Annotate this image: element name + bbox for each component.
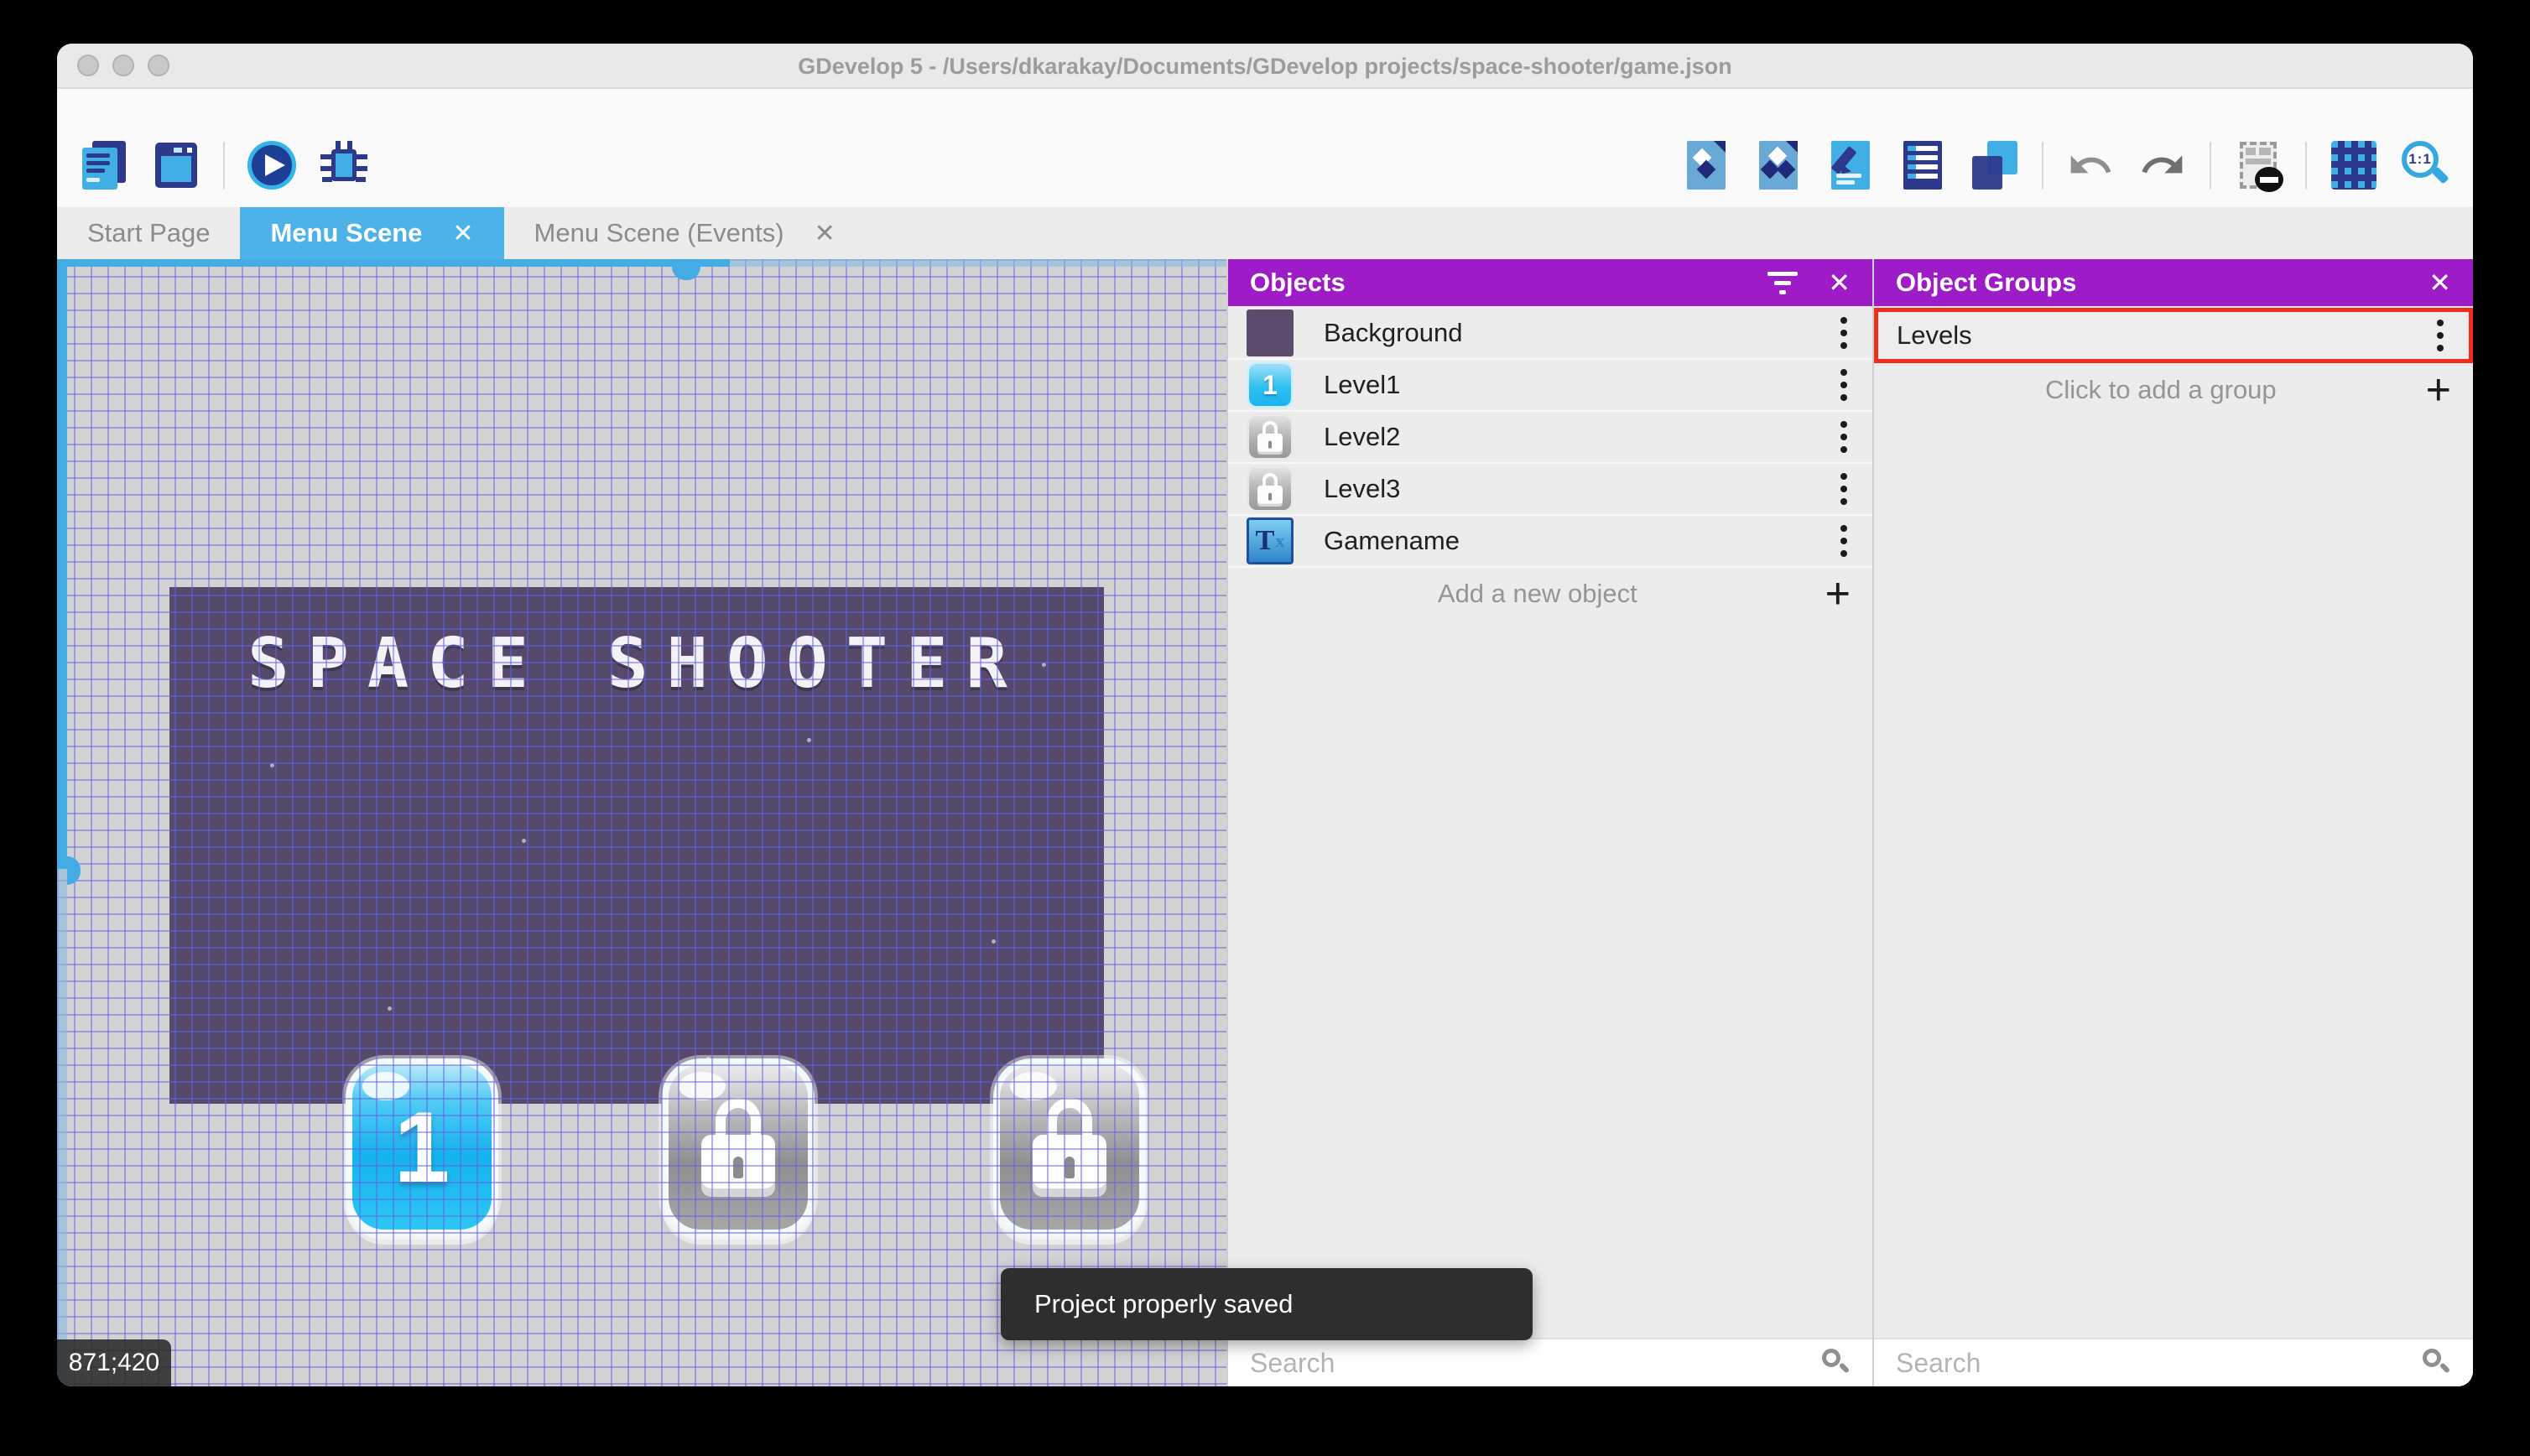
objects-editor-icon[interactable] [1681, 139, 1731, 191]
object-thumbnail [1247, 309, 1294, 356]
objects-panel: Objects Background 1 Level1 Level2 [1226, 259, 1872, 1386]
close-tab-icon[interactable] [815, 219, 836, 248]
object-row-level3[interactable]: Level3 [1228, 464, 1872, 516]
close-panel-icon[interactable] [1828, 267, 1851, 299]
horizontal-scrollbar[interactable] [57, 259, 1226, 267]
object-name: Background [1324, 318, 1463, 347]
object-thumbnail [1247, 413, 1294, 460]
object-menu-icon[interactable] [1834, 470, 1854, 508]
object-name: Level1 [1324, 370, 1401, 399]
object-thumbnail: 1 [1247, 361, 1294, 408]
groups-search-bar [1874, 1338, 2473, 1386]
object-groups-panel-header: Object Groups [1874, 259, 2473, 306]
horizontal-scroll-handle[interactable] [672, 267, 700, 280]
toolbar-divider [2042, 142, 2043, 189]
add-group-button[interactable]: Click to add a group + [1874, 363, 2473, 417]
object-menu-icon[interactable] [1834, 314, 1854, 352]
object-row-level1[interactable]: 1 Level1 [1228, 360, 1872, 412]
object-name: Level2 [1324, 422, 1401, 451]
tabbar: Start Page Menu Scene Menu Scene (Events… [57, 207, 2473, 259]
groups-search-input[interactable] [1894, 1346, 2408, 1380]
object-groups-editor-icon[interactable] [1753, 139, 1804, 191]
level2-button-instance[interactable] [662, 1058, 815, 1236]
tab-start-page[interactable]: Start Page [57, 207, 240, 259]
plus-icon: + [1825, 569, 1851, 618]
object-row-level2[interactable]: Level2 [1228, 412, 1872, 464]
zoom-original-icon[interactable]: 1:1 [2401, 139, 2451, 191]
window-mask-icon[interactable] [2233, 139, 2283, 192]
group-name: Levels [1897, 320, 1972, 350]
objects-panel-title: Objects [1250, 268, 1346, 297]
lock-icon [701, 1098, 775, 1197]
main-area: SPACE SHOOTER 1 871;420 Objects ✕ Backgr… [57, 259, 2473, 1386]
tab-menu-scene-events[interactable]: Menu Scene (Events) [504, 207, 866, 259]
toast-message: Project properly saved [1034, 1289, 1294, 1318]
preview-play-icon[interactable] [247, 139, 297, 191]
group-menu-icon[interactable] [2430, 316, 2450, 355]
add-object-button[interactable]: Add a new object + [1228, 568, 1872, 620]
object-groups-panel: Object Groups Levels Click to add a grou… [1872, 259, 2473, 1386]
add-object-label: Add a new object [1437, 579, 1637, 608]
plus-icon: + [2425, 366, 2451, 414]
scene-editor-canvas[interactable]: SPACE SHOOTER 1 871;420 [57, 259, 1226, 1386]
lock-icon [1033, 1098, 1106, 1197]
group-row-levels-highlighted[interactable]: Levels [1874, 308, 2473, 363]
toolbar-divider [2210, 142, 2211, 189]
zoom-ratio-label: 1:1 [2402, 141, 2439, 178]
object-menu-icon[interactable] [1834, 366, 1854, 404]
toolbar-divider [2305, 142, 2307, 189]
tab-label: Menu Scene [270, 218, 423, 247]
filter-icon[interactable] [1767, 271, 1799, 294]
objects-search-input[interactable] [1248, 1346, 1807, 1380]
objects-list: Background 1 Level1 Level2 Level3 T x Ga… [1228, 308, 1872, 620]
search-icon [2421, 1347, 2453, 1379]
properties-icon[interactable] [1825, 139, 1876, 191]
level1-number: 1 [393, 1091, 450, 1204]
gamename-instance[interactable]: SPACE SHOOTER [169, 624, 1104, 704]
tab-menu-scene[interactable]: Menu Scene [240, 207, 504, 259]
vertical-scrollbar[interactable] [57, 259, 67, 1386]
save-toast: Project properly saved [1001, 1268, 1533, 1340]
object-thumbnail [1247, 465, 1294, 512]
undo-icon[interactable] [2065, 139, 2116, 191]
level1-button-instance[interactable]: 1 [346, 1058, 498, 1236]
object-name: Level3 [1324, 474, 1401, 503]
gdevelop-window: GDevelop 5 - /Users/dkarakay/Documents/G… [57, 44, 2473, 1386]
objects-panel-header: Objects [1228, 259, 1872, 306]
toolbar-divider [223, 142, 225, 189]
close-tab-icon[interactable] [452, 219, 473, 248]
object-groups-panel-title: Object Groups [1896, 268, 2077, 297]
objects-search-bar [1228, 1338, 1872, 1386]
tab-label: Start Page [87, 218, 211, 247]
toolbar: 1:1 [57, 89, 2473, 207]
vertical-scroll-handle[interactable] [67, 856, 81, 885]
grid-icon[interactable] [2329, 139, 2379, 191]
close-panel-icon[interactable] [2428, 267, 2451, 299]
object-menu-icon[interactable] [1834, 418, 1854, 456]
object-thumbnail: Tx [1247, 517, 1294, 564]
object-name: Gamename [1324, 526, 1460, 555]
background-instance[interactable]: SPACE SHOOTER 1 [169, 587, 1146, 1236]
cursor-coordinates-badge: 871;420 [57, 1339, 171, 1386]
tab-label: Menu Scene (Events) [534, 218, 784, 247]
instances-list-icon[interactable] [1898, 139, 1948, 191]
add-group-label: Click to add a group [2044, 375, 2277, 404]
level3-button-instance[interactable] [993, 1058, 1146, 1236]
window-title: GDevelop 5 - /Users/dkarakay/Documents/G… [798, 54, 1732, 79]
project-manager-icon[interactable] [79, 139, 129, 191]
layers-icon[interactable] [1970, 139, 2020, 191]
object-row-gamename[interactable]: Tx Gamename [1228, 516, 1872, 568]
object-row-background[interactable]: Background [1228, 308, 1872, 360]
scene-window-icon[interactable] [151, 139, 201, 191]
debug-icon[interactable] [319, 139, 369, 191]
redo-icon[interactable] [2137, 139, 2188, 191]
object-menu-icon[interactable] [1834, 522, 1854, 560]
search-icon [1820, 1347, 1852, 1379]
titlebar: GDevelop 5 - /Users/dkarakay/Documents/G… [57, 44, 2473, 89]
